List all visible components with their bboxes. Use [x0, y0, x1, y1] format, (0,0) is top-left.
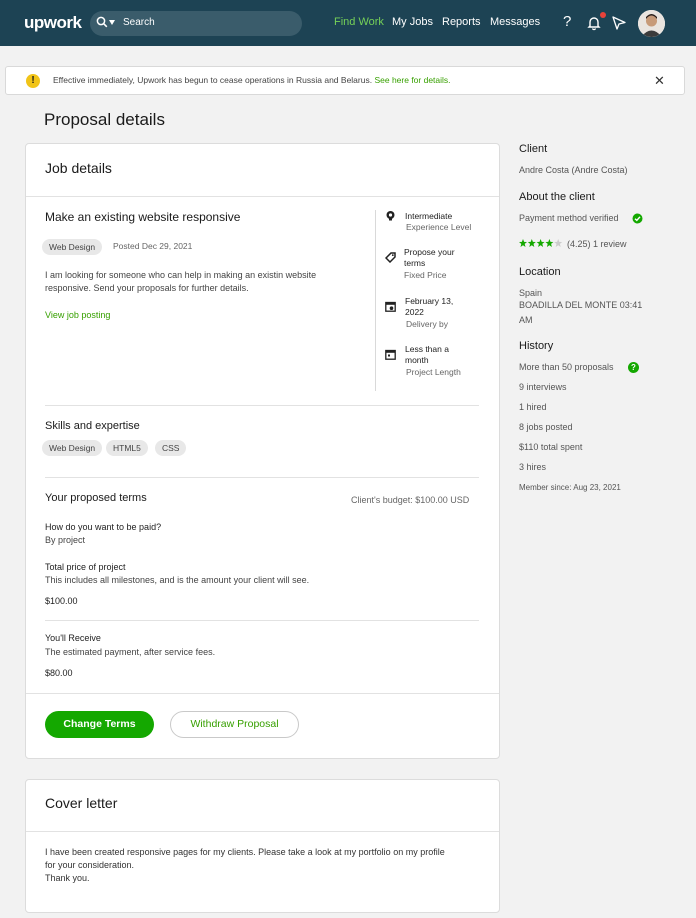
receive-description: The estimated payment, after service fee…: [45, 647, 216, 657]
project-length-value: month: [405, 355, 429, 365]
divider: [45, 620, 479, 621]
job-title: Make an existing website responsive: [45, 210, 241, 224]
about-client-heading: About the client: [519, 191, 595, 203]
calendar-icon: [385, 349, 396, 360]
skills-heading: Skills and expertise: [45, 420, 140, 432]
client-country: Spain: [519, 288, 543, 298]
interviews-count: 9 interviews: [519, 382, 567, 392]
chevron-down-icon[interactable]: [109, 20, 115, 25]
payment-verified-text: Payment method verified: [519, 213, 619, 223]
help-icon[interactable]: ?: [628, 362, 639, 373]
client-budget: Client's budget: $100.00 USD: [351, 495, 470, 505]
experience-level-label: Experience Level: [406, 222, 472, 232]
cover-letter-heading: Cover letter: [45, 795, 118, 811]
page-title: Proposal details: [44, 110, 165, 129]
location-heading: Location: [519, 266, 561, 278]
delivery-date-value: February 13,: [405, 296, 454, 306]
divider: [26, 196, 499, 197]
skill-badge[interactable]: HTML5: [106, 440, 148, 456]
search-box[interactable]: Search: [90, 11, 302, 36]
calendar-clock-icon: [385, 301, 396, 312]
posted-date: Posted Dec 29, 2021: [113, 241, 193, 251]
payment-question: How do you want to be paid?: [45, 522, 162, 532]
divider: [45, 405, 479, 406]
total-price-description: This includes all milestones, and is the…: [45, 575, 310, 585]
receive-value: $80.00: [45, 668, 73, 678]
send-icon[interactable]: [611, 15, 627, 31]
jobs-posted-count: 8 jobs posted: [519, 422, 573, 432]
divider: [26, 831, 499, 832]
change-terms-button[interactable]: Change Terms: [45, 711, 154, 738]
close-icon[interactable]: ✕: [654, 73, 665, 89]
notification-badge: [600, 12, 606, 18]
user-avatar[interactable]: [638, 10, 665, 37]
budget-type-label: Fixed Price: [404, 270, 447, 280]
cover-letter-line: Thank you.: [45, 873, 90, 883]
total-spent: $110 total spent: [519, 442, 583, 452]
proposed-terms-heading: Your proposed terms: [45, 492, 147, 504]
announcement-message: Effective immediately, Upwork has begun …: [53, 75, 373, 85]
nav-reports[interactable]: Reports: [442, 16, 481, 28]
job-details-heading: Job details: [45, 160, 112, 176]
search-input[interactable]: Search: [123, 17, 155, 28]
category-badge: Web Design: [42, 239, 103, 255]
delivery-date-value: 2022: [405, 307, 424, 317]
nav-messages[interactable]: Messages: [490, 16, 540, 28]
divider: [26, 693, 499, 694]
upwork-logo[interactable]: upwork: [24, 13, 82, 33]
member-since: Member since: Aug 23, 2021: [519, 483, 621, 492]
budget-type-value: terms: [404, 258, 426, 268]
client-heading: Client: [519, 143, 548, 155]
rating-text: (4.25) 1 review: [567, 239, 627, 249]
help-icon[interactable]: ?: [563, 13, 571, 30]
receive-heading: You'll Receive: [45, 633, 101, 643]
cover-letter-line: I have been created responsive pages for…: [45, 847, 445, 857]
skill-badge[interactable]: CSS: [155, 440, 187, 456]
cover-letter-line: for your consideration.: [45, 860, 135, 870]
rating-stars-icon: [519, 239, 563, 247]
details-link[interactable]: See here for details.: [374, 75, 450, 85]
announcement-banner: ! Effective immediately, Upwork has begu…: [5, 66, 685, 95]
bell-icon[interactable]: [586, 15, 602, 31]
payment-answer: By project: [45, 535, 86, 545]
total-price-value: $100.00: [45, 596, 78, 606]
job-description-line: I am looking for someone who can help in…: [45, 270, 317, 280]
total-price-heading: Total price of project: [45, 562, 126, 572]
nav-find-work[interactable]: Find Work: [334, 16, 384, 28]
project-length-label: Project Length: [406, 367, 461, 377]
skill-badge[interactable]: Web Design: [42, 440, 103, 456]
history-heading: History: [519, 340, 554, 352]
divider: [45, 477, 479, 478]
client-city: AM: [519, 315, 533, 325]
budget-type-value: Propose your: [404, 247, 455, 257]
announcement-text: Effective immediately, Upwork has begun …: [53, 75, 451, 85]
withdraw-proposal-button[interactable]: Withdraw Proposal: [170, 711, 299, 738]
project-length-value: Less than a: [405, 344, 449, 354]
hired-count: 1 hired: [519, 402, 547, 412]
search-icon: [96, 16, 108, 28]
top-navigation-bar: upwork Search Find Work My Jobs Reports …: [0, 0, 696, 46]
brain-icon: [386, 211, 395, 221]
column-divider: [375, 210, 376, 391]
view-job-posting-link[interactable]: View job posting: [45, 310, 110, 320]
experience-level-value: Intermediate: [405, 211, 453, 221]
nav-my-jobs[interactable]: My Jobs: [392, 16, 433, 28]
verified-check-icon: [632, 213, 643, 224]
client-city: BOADILLA DEL MONTE 03:41: [519, 300, 643, 310]
proposals-count: More than 50 proposals: [519, 362, 614, 372]
job-description-line: responsive. Send your proposals for furt…: [45, 283, 249, 293]
warning-icon: !: [26, 74, 40, 88]
client-name: Andre Costa (Andre Costa): [519, 165, 628, 175]
avatar-photo-icon: [638, 10, 665, 37]
delivery-date-label: Delivery by: [406, 319, 449, 329]
hires-count: 3 hires: [519, 462, 547, 472]
tag-icon: [385, 252, 396, 263]
